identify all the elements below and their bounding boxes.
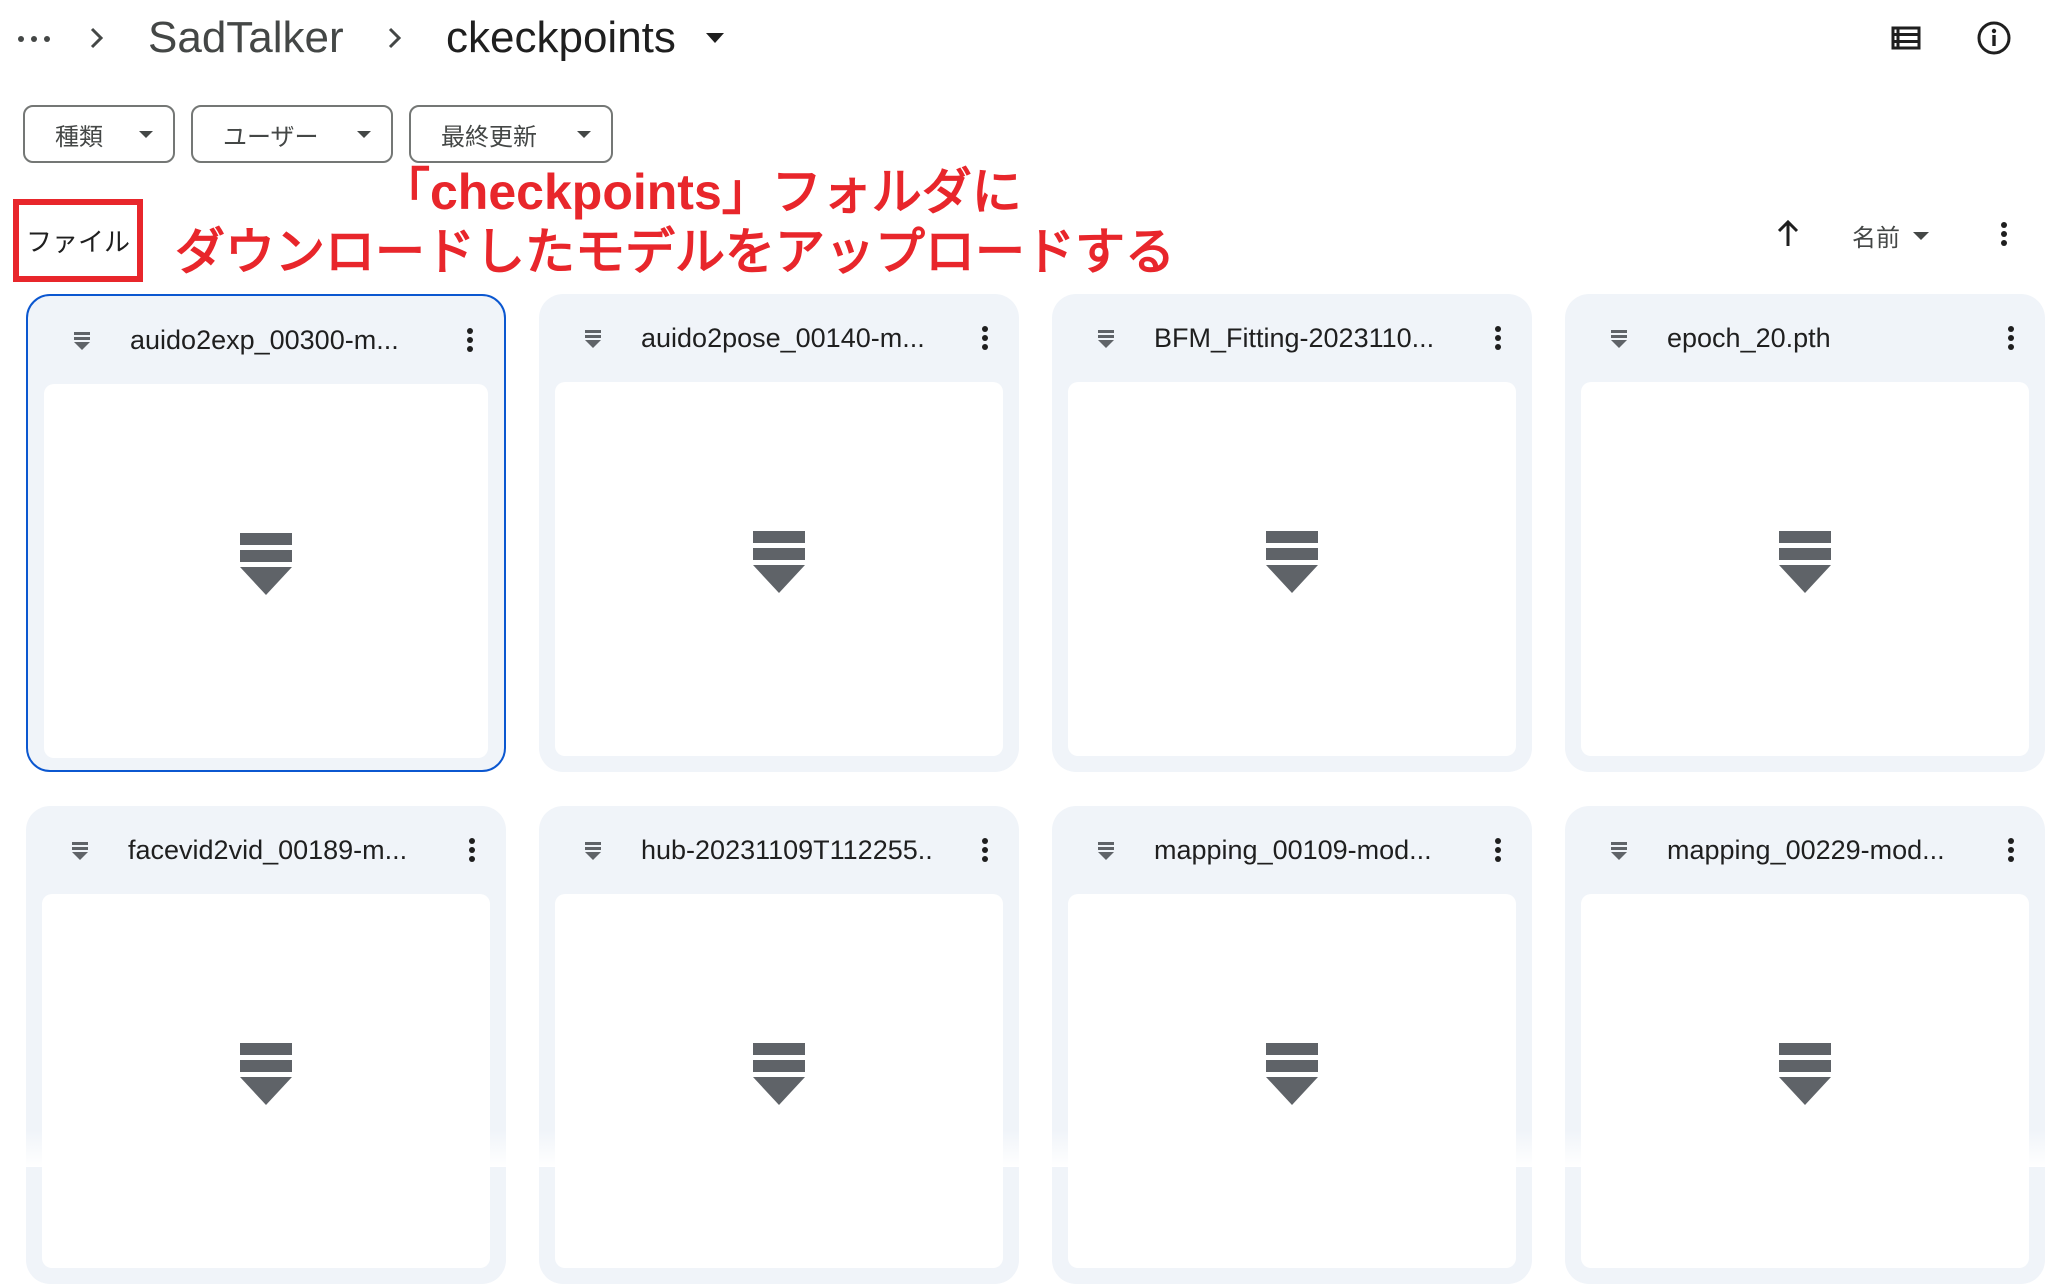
file-type-large-icon	[1264, 1043, 1320, 1119]
file-type-large-icon	[238, 533, 294, 609]
folder-menu-caret-icon[interactable]	[704, 30, 726, 46]
file-thumbnail[interactable]	[1068, 894, 1516, 1268]
file-type-large-icon	[751, 1043, 807, 1119]
file-card[interactable]: mapping_00229-mod...	[1565, 806, 2045, 1284]
file-thumbnail[interactable]	[1581, 894, 2029, 1268]
info-icon[interactable]	[1970, 14, 2018, 62]
file-thumbnail[interactable]	[555, 894, 1003, 1268]
file-card[interactable]: mapping_00109-mod...	[1052, 806, 1532, 1284]
file-thumbnail[interactable]	[1581, 382, 2029, 756]
file-card[interactable]: BFM_Fitting-2023110...	[1052, 294, 1532, 772]
file-type-icon	[581, 836, 605, 864]
file-name: mapping_00109-mod...	[1154, 835, 1432, 865]
bottom-fade	[0, 1130, 2048, 1167]
file-name: auido2exp_00300-m...	[130, 325, 399, 355]
file-type-icon	[1094, 324, 1118, 352]
file-card-header: auido2exp_00300-m...	[28, 296, 504, 384]
more-vert-icon[interactable]	[2003, 832, 2019, 868]
file-name: auido2pose_00140-m...	[641, 323, 925, 353]
file-name: hub-20231109T112255...	[641, 835, 931, 865]
file-card-header: BFM_Fitting-2023110...	[1052, 294, 1532, 382]
filter-user-label: ユーザー	[223, 122, 319, 151]
file-card[interactable]: hub-20231109T112255...	[539, 806, 1019, 1284]
file-thumbnail[interactable]	[555, 382, 1003, 756]
file-name: mapping_00229-mod...	[1667, 835, 1945, 865]
filter-type-label: 種類	[55, 122, 103, 151]
file-type-large-icon	[1777, 1043, 1833, 1119]
more-vert-icon[interactable]	[2003, 320, 2019, 356]
file-type-large-icon	[1264, 531, 1320, 607]
file-type-large-icon	[1777, 531, 1833, 607]
filter-type-chip[interactable]: 種類	[23, 105, 175, 163]
file-thumbnail[interactable]	[1068, 382, 1516, 756]
filter-modified-label: 最終更新	[441, 122, 537, 151]
more-vert-icon[interactable]	[977, 320, 993, 356]
file-card-header: epoch_20.pth	[1565, 294, 2045, 382]
chevron-down-icon	[139, 130, 153, 138]
file-card-header: auido2pose_00140-m...	[539, 294, 1019, 382]
file-thumbnail[interactable]	[44, 384, 488, 758]
arrow-upward-icon[interactable]	[1768, 214, 1808, 254]
more-vert-icon[interactable]	[1490, 832, 1506, 868]
file-type-icon	[1607, 324, 1631, 352]
file-card[interactable]: auido2pose_00140-m...	[539, 294, 1019, 772]
file-thumbnail[interactable]	[42, 894, 490, 1268]
file-card[interactable]: epoch_20.pth	[1565, 294, 2045, 772]
file-type-icon	[581, 324, 605, 352]
file-name: BFM_Fitting-2023110...	[1154, 323, 1435, 353]
more-vert-icon[interactable]	[977, 832, 993, 868]
file-name: epoch_20.pth	[1667, 323, 1831, 353]
sort-by-name-button[interactable]: 名前	[1852, 218, 1900, 253]
filter-modified-chip[interactable]: 最終更新	[409, 105, 613, 163]
more-vert-icon[interactable]	[462, 322, 478, 358]
file-type-large-icon	[238, 1043, 294, 1119]
annotation-line-2: ダウンロードしたモデルをアップロードする	[175, 224, 1175, 280]
file-card-header: mapping_00229-mod...	[1565, 806, 2045, 894]
file-type-icon	[68, 836, 92, 864]
file-card-header: mapping_00109-mod...	[1052, 806, 1532, 894]
annotation-line-1: 「checkpoints」フォルダに	[380, 164, 1022, 220]
file-card[interactable]: auido2exp_00300-m...	[26, 294, 506, 772]
more-breadcrumb-icon[interactable]	[16, 18, 52, 58]
chevron-down-icon	[357, 130, 371, 138]
file-card[interactable]: facevid2vid_00189-m...	[26, 806, 506, 1284]
more-vert-icon[interactable]	[464, 832, 480, 868]
files-label-text: ファイル	[25, 228, 130, 258]
file-type-icon	[1607, 836, 1631, 864]
more-vert-icon[interactable]	[1490, 320, 1506, 356]
more-vert-icon[interactable]	[1988, 214, 2020, 254]
filter-user-chip[interactable]: ユーザー	[191, 105, 393, 163]
list-view-icon[interactable]	[1881, 14, 1929, 62]
files-section-label: ファイル	[13, 199, 143, 282]
file-card-header: facevid2vid_00189-m...	[26, 806, 506, 894]
file-name: facevid2vid_00189-m...	[128, 835, 408, 865]
file-type-large-icon	[751, 531, 807, 607]
sort-chevron-down-icon[interactable]	[1913, 232, 1929, 240]
file-card-header: hub-20231109T112255...	[539, 806, 1019, 894]
breadcrumb-parent[interactable]: SadTalker	[148, 8, 344, 68]
chevron-down-icon	[577, 130, 591, 138]
chevron-right-icon	[382, 18, 406, 58]
file-type-icon	[1094, 836, 1118, 864]
chevron-right-icon	[84, 18, 108, 58]
breadcrumb-current-folder[interactable]: ckeckpoints	[446, 8, 676, 68]
file-type-icon	[70, 326, 94, 354]
